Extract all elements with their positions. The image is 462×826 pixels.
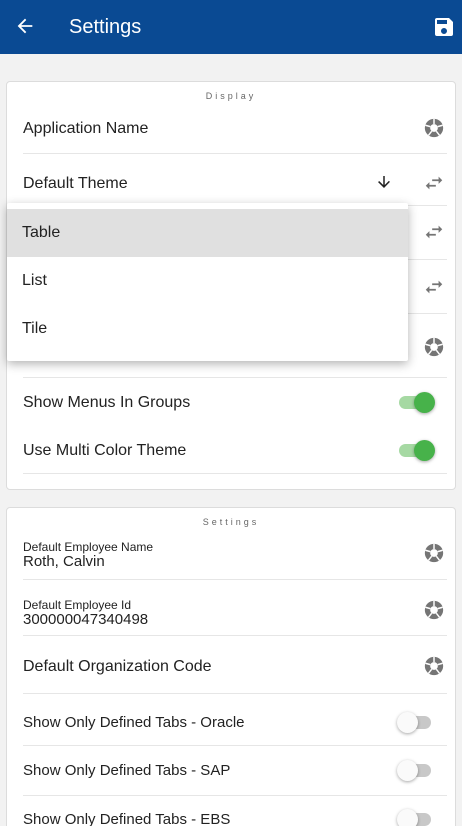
toggle-knob [397,712,418,733]
use-multi-color-theme-label: Use Multi Color Theme [23,442,187,459]
aperture-icon[interactable] [423,117,445,139]
swap-horizontal-icon[interactable] [423,221,445,243]
toggle-knob [414,440,435,461]
settings-section-title: Settings [202,517,260,527]
oracle-tabs-label: Show Only Defined Tabs - Oracle [23,714,245,731]
employee-id-value: 300000047340498 [23,611,149,628]
page-title: Settings [69,16,142,38]
app-bar: Settings [0,0,462,54]
aperture-icon[interactable] [423,599,445,621]
default-theme-label: Default Theme [23,175,128,192]
sap-tabs-label: Show Only Defined Tabs - SAP [23,762,231,779]
application-name-row[interactable]: Application Name [23,102,447,154]
show-menus-in-groups-toggle[interactable] [397,391,435,413]
organization-code-label: Default Organization Code [23,658,212,675]
settings-card: Settings Default Employee Name Roth, Cal… [6,507,456,826]
oracle-tabs-row: Show Only Defined Tabs - Oracle [23,694,447,746]
use-multi-color-theme-toggle[interactable] [397,439,435,461]
employee-name-row[interactable]: Default Employee Name Roth, Calvin [23,528,447,580]
show-menus-in-groups-row: Show Menus In Groups [23,378,447,426]
organization-code-row[interactable]: Default Organization Code [23,636,447,694]
aperture-icon[interactable] [423,655,445,677]
employee-id-row[interactable]: Default Employee Id 300000047340498 [23,580,447,636]
application-name-label: Application Name [23,120,149,137]
arrow-down-icon[interactable] [375,173,393,191]
theme-option-list[interactable]: List [7,257,408,305]
show-menus-in-groups-label: Show Menus In Groups [23,394,191,411]
swap-horizontal-icon[interactable] [423,172,445,194]
arrow-left-icon[interactable] [14,15,36,37]
default-theme-row[interactable]: Default Theme [23,154,447,206]
ebs-tabs-label: Show Only Defined Tabs - EBS [23,811,231,826]
save-icon[interactable] [432,15,456,39]
theme-option-tile[interactable]: Tile [7,305,408,353]
toggle-knob [397,760,418,781]
ebs-tabs-row: Show Only Defined Tabs - EBS [23,796,447,826]
employee-name-label: Default Employee Name [23,540,154,554]
employee-id-label: Default Employee Id [23,598,132,612]
employee-name-value: Roth, Calvin [23,553,105,570]
swap-horizontal-icon[interactable] [423,276,445,298]
aperture-icon[interactable] [423,542,445,564]
sap-tabs-row: Show Only Defined Tabs - SAP [23,746,447,796]
sap-tabs-toggle[interactable] [397,759,433,781]
toggle-knob [414,392,435,413]
toggle-knob [397,809,418,826]
oracle-tabs-toggle[interactable] [397,711,433,733]
use-multi-color-theme-row: Use Multi Color Theme [23,426,447,474]
theme-dropdown-menu: Table List Tile [7,203,408,361]
display-section-title: Display [205,91,257,101]
ebs-tabs-toggle[interactable] [397,808,433,826]
aperture-icon[interactable] [423,336,445,358]
theme-option-table[interactable]: Table [7,209,408,257]
